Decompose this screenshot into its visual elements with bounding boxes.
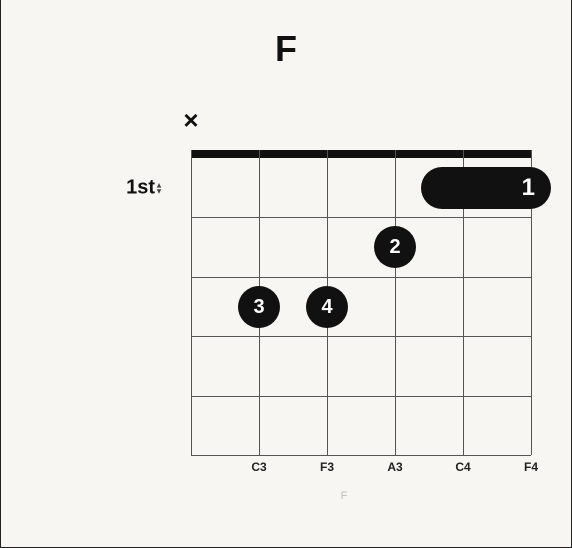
- string-3: [395, 150, 396, 455]
- fret-line: [191, 336, 531, 337]
- finger-number: 2: [389, 236, 400, 259]
- barre-finger-1[interactable]: 1: [421, 167, 551, 209]
- fret-line: [191, 277, 531, 278]
- fret-line: [191, 217, 531, 218]
- finger-number: 4: [321, 296, 332, 319]
- finger-dot-4[interactable]: 4: [306, 286, 348, 328]
- finger-dot-3[interactable]: 3: [238, 286, 280, 328]
- note-label: C3: [251, 460, 266, 474]
- note-label: F3: [320, 460, 334, 474]
- finger-number: 3: [253, 296, 264, 319]
- footer-chord-label: F: [341, 490, 348, 502]
- fret-line: [191, 455, 531, 456]
- starting-fret-label: 1st: [126, 177, 155, 200]
- nut: [191, 150, 531, 158]
- note-label: A3: [387, 460, 402, 474]
- note-label: F4: [524, 460, 538, 474]
- mute-icon: ×: [183, 107, 198, 133]
- fretboard[interactable]: 1 2 3 4: [191, 150, 531, 455]
- stepper-icon: ▴▾: [157, 182, 161, 194]
- finger-dot-2[interactable]: 2: [374, 226, 416, 268]
- finger-number: 1: [522, 174, 535, 202]
- fret-line: [191, 396, 531, 397]
- note-label: C4: [455, 460, 470, 474]
- chord-title: F: [1, 28, 571, 70]
- string-6: [191, 150, 192, 455]
- starting-fret-stepper[interactable]: 1st ▴▾: [126, 177, 161, 200]
